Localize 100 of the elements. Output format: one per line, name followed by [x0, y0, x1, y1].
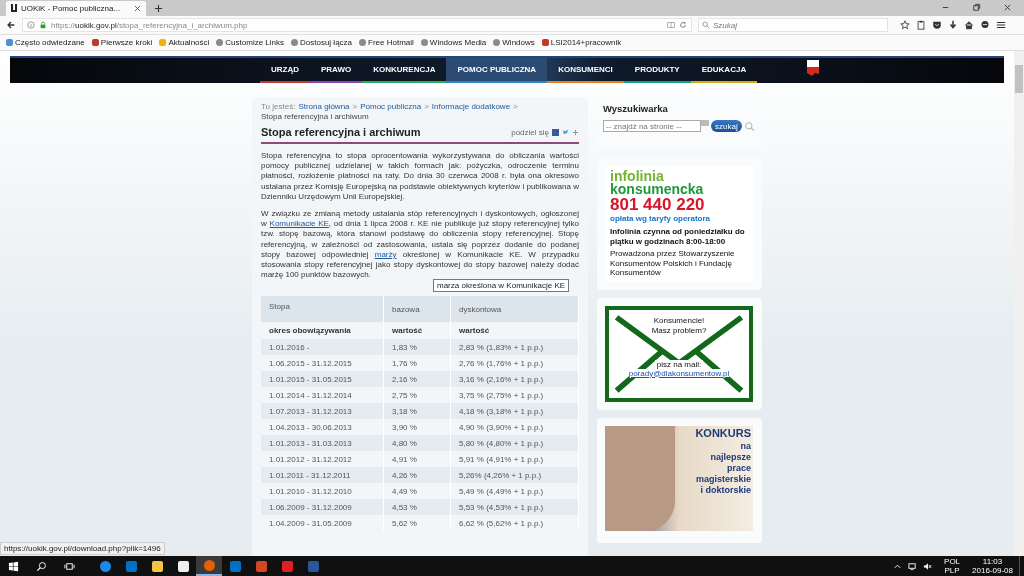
table-cell: 1.06.2015 - 31.12.2015 — [261, 355, 384, 372]
site-nav-tab[interactable]: KONSUMENCI — [547, 58, 624, 83]
table-cell: 3,16 % (2,16% + 1 p.p.) — [450, 371, 579, 388]
search-button[interactable]: szukaj — [711, 120, 742, 132]
breadcrumb-current: Stopa referencyjna i archiwum — [261, 112, 369, 122]
envelope-banner[interactable]: Konsumencie! Masz problem? pisz na mail: porady@dlakonsumentow.pl — [605, 305, 753, 402]
breadcrumb-link[interactable]: Pomoc publiczna — [360, 102, 422, 112]
close-icon[interactable] — [1003, 2, 1012, 12]
bookmark-link[interactable]: Windows Media — [420, 38, 487, 48]
table-cell: 4,26 % — [383, 467, 451, 484]
windows-start-icon[interactable] — [8, 560, 19, 572]
status-link-url: https://uokik.gov.pl/download.php?plik=1496 — [0, 542, 165, 555]
scrollbar-thumb[interactable] — [1015, 65, 1023, 93]
browser-tab[interactable]: UOKiK - Pomoc publiczna... — [6, 0, 146, 16]
table-cell: 4,53 % — [383, 499, 451, 516]
bookmark-link[interactable]: Pierwsze kroki — [91, 38, 153, 48]
site-nav-tab[interactable]: EDUKACJA — [690, 58, 758, 83]
star-icon[interactable] — [900, 20, 910, 30]
app-icon — [99, 560, 111, 572]
task-view-icon[interactable] — [64, 560, 75, 572]
scrollbar[interactable] — [1014, 51, 1024, 556]
table-cell: 1.01.2011 - 31.12.2011 — [261, 467, 384, 484]
keyboard-language[interactable]: POL PLP — [944, 557, 961, 575]
banner-heading: Konsumencie! Masz problem? — [649, 315, 709, 336]
table-cell: 4,18 % (3,18% + 1 p.p.) — [450, 403, 579, 420]
breadcrumb-separator: > — [424, 102, 429, 112]
bookmark-link[interactable]: Customize Links — [216, 38, 284, 48]
flag-icon[interactable] — [807, 59, 820, 76]
banner-heading: konsumencka — [610, 183, 705, 196]
table-header-cell: Stopa — [261, 296, 384, 323]
banner-text: magisterskie — [695, 473, 751, 485]
hours-text: Infolinia czynna od poniedziałku do piątku w godzinach 8:00-18:00 — [610, 227, 746, 246]
pocket-icon[interactable] — [932, 20, 942, 30]
fee-note: opłata wg taryfy operatora — [610, 214, 712, 223]
back-icon[interactable] — [6, 20, 16, 30]
reload-icon[interactable] — [679, 21, 687, 29]
bookmark-link[interactable]: LSI2014+pracownik — [541, 38, 622, 48]
search-field[interactable]: Szukaj — [698, 18, 888, 32]
banner-text: najlepsze — [710, 451, 751, 463]
app-icon — [151, 560, 163, 572]
table-cell: 5,53 % (4,53% + 1 p.p.) — [450, 499, 579, 516]
menu-icon[interactable] — [996, 20, 1006, 30]
breadcrumb-label: Tu jesteś: — [261, 102, 296, 112]
search-icon[interactable] — [36, 560, 47, 572]
tooltip: marza określona w Komunikacje KE — [433, 279, 570, 293]
plus-icon[interactable] — [572, 128, 579, 136]
share-label: podziel się — [511, 127, 549, 137]
breadcrumb-link[interactable]: Strona główna — [298, 102, 350, 112]
banner-heading: KONKURS — [695, 425, 751, 441]
table-cell: 5,91 % (4,91% + 1 p.p.) — [450, 451, 579, 468]
clipboard-icon[interactable] — [916, 20, 926, 30]
table-cell: 1.01.2016 - — [261, 339, 384, 356]
table-cell: 1.01.2010 - 31.12.2010 — [261, 483, 384, 500]
bookmark-link[interactable]: Aktualności — [159, 38, 210, 48]
table-cell: 5,26% (4,26% + 1 p.p.) — [450, 467, 579, 484]
text-link[interactable]: Komunikacie KE — [269, 219, 329, 229]
clock[interactable]: 11:03 2016-09-08 — [972, 557, 1013, 575]
site-nav-tab[interactable]: PRAWO — [310, 58, 363, 83]
bookmark-link[interactable]: Dostosuj łącza — [291, 38, 353, 48]
facebook-icon[interactable] — [552, 128, 559, 136]
banner-text: i doktorskie — [700, 484, 751, 496]
breadcrumb-separator: > — [513, 102, 518, 112]
table-cell: 1.04.2013 - 30.06.2013 — [261, 419, 384, 436]
bird-icon[interactable] — [562, 128, 569, 136]
address-field[interactable]: https://uokik.gov.pl/stopa_referencyjna_i_archiwum.php — [22, 18, 692, 32]
contest-banner[interactable]: KONKURS na najlepsze prace magisterskie i doktorskie — [605, 425, 753, 531]
site-search-field[interactable]: -- znajdź na stronie -- — [603, 120, 701, 132]
site-nav-tab[interactable]: URZĄD — [260, 58, 310, 83]
table-cell: 3,18 % — [383, 403, 451, 420]
text-link[interactable]: marży — [374, 249, 397, 259]
table-cell: 2,75 % — [383, 387, 451, 404]
mail-prompt: pisz na mail: — [654, 359, 704, 369]
column-header-cell: wartość — [450, 322, 579, 340]
network-icon[interactable] — [908, 561, 918, 571]
table-cell: 2,76 % (1,76% + 1 p.p.) — [450, 355, 579, 372]
site-logo-icon — [11, 4, 17, 13]
bookmark-link[interactable]: Free Hotmail — [359, 38, 414, 48]
table-cell: 1.01.2013 - 31.03.2013 — [261, 435, 384, 452]
bookmark-link[interactable]: Windows — [493, 38, 535, 48]
breadcrumb-link[interactable]: Informacje dodatkowe — [431, 102, 511, 112]
banner-heading: infolinia — [610, 170, 664, 183]
table-cell: 4,49 % — [383, 483, 451, 500]
download-icon[interactable] — [948, 20, 958, 30]
home-icon[interactable] — [964, 20, 974, 30]
table-cell: 5,80 % (4,80% + 1 p.p.) — [450, 435, 579, 452]
new-tab-icon[interactable] — [154, 3, 163, 13]
app-icon — [255, 560, 267, 572]
clock-date: 2016-09-08 — [972, 566, 1013, 575]
site-nav-tab[interactable]: POMOC PUBLICZNA — [446, 58, 548, 83]
close-icon[interactable] — [134, 4, 141, 12]
app-icon — [307, 560, 319, 572]
restore-icon[interactable] — [972, 2, 981, 12]
speaker-muted-icon[interactable] — [923, 561, 933, 571]
app-icon — [203, 559, 215, 571]
bookmark-link[interactable]: Często odwiedzane — [6, 38, 85, 48]
panel-title: Wyszukiwarka — [603, 103, 669, 114]
site-nav-tab[interactable]: PRODUKTY — [623, 58, 691, 83]
banner-text: prace — [726, 462, 751, 474]
paragraph: Stopa referencyjna to stopa oprocentowania wykorzystywana do obliczania wartości pomocy publicznej udzielanej w takich formach jak: pożyczka, odroczenie terminu płatności, rozłożenie płatności na raty. Do dnia 30 czerwca 2008 r. była ona okresowo ustalana przez Komisję Europejską na podstawie obiektywnych kryteriów i publikowana w Dzienniku Urzędowym Unii Europejskiej. — [261, 151, 579, 203]
email-link[interactable]: porady@dlakonsumentow.pl — [628, 368, 730, 378]
